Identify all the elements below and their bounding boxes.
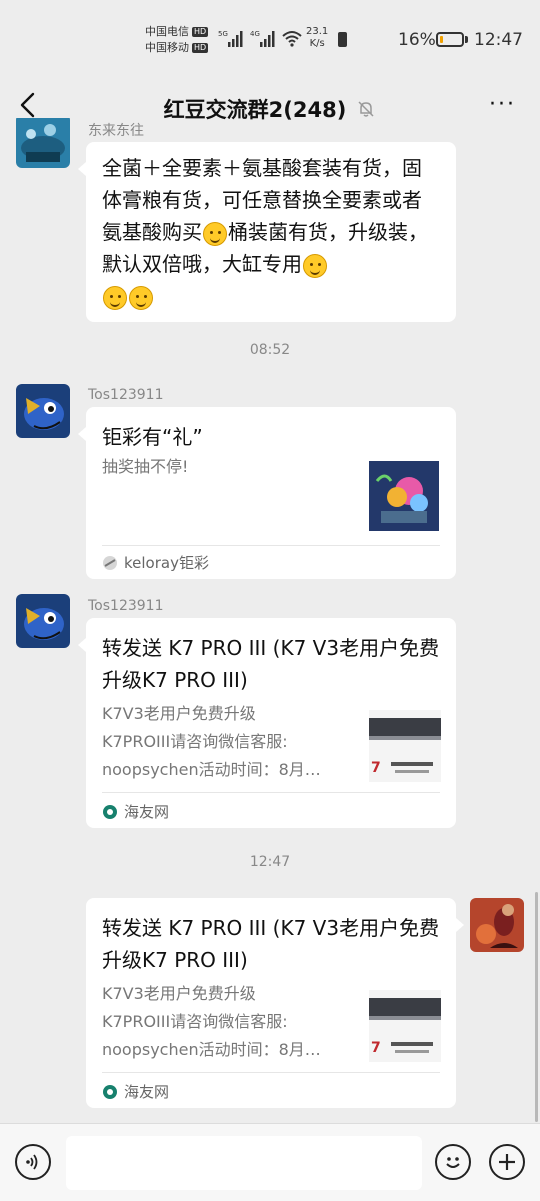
hd-badge: HD [192, 27, 209, 37]
card-description: K7V3老用户免费升级 [102, 704, 256, 723]
signal-4g-label: 4G [250, 30, 260, 38]
card-title: 转发送 K7 PRO III (K7 V3老用户免费升级K7 PRO III) [102, 636, 440, 692]
card-source-name: keloray钜彩 [124, 554, 209, 572]
card-thumbnail: 7 [369, 990, 441, 1062]
plus-icon [499, 1154, 515, 1170]
signal-5g-label: 5G [218, 30, 228, 38]
emoji-icon [446, 1157, 460, 1168]
sender-name: Tos123911 [88, 598, 164, 614]
emoji-button[interactable] [435, 1144, 471, 1180]
keloray-logo-icon [103, 555, 117, 570]
net-speed: 23.1 K/s [306, 26, 328, 50]
scrollbar[interactable] [535, 892, 538, 1122]
net-speed-value: 23.1 [306, 26, 329, 37]
carrier-info: 中国电信 HD 中国移动 HD [145, 24, 209, 56]
text-message[interactable]: 全菌＋全要素＋氨基酸套装有货，固体膏粮有货，可任意替换全要素或者氨基酸购买 桶装菌… [78, 142, 456, 322]
svg-text:7: 7 [371, 1040, 381, 1056]
timestamp: 12:47 [249, 854, 291, 870]
my-avatar[interactable] [470, 898, 524, 952]
link-card[interactable]: 转发送 K7 PRO III (K7 V3老用户免费升级K7 PRO III) … [86, 898, 464, 1108]
card-description: K7V3老用户免费升级 [102, 984, 256, 1003]
card-source-name: 海友网 [124, 1083, 170, 1101]
carrier-1: 中国电信 [145, 25, 189, 38]
avatar[interactable] [16, 384, 70, 438]
card-description: 抽奖抽不停! [102, 457, 189, 476]
card-description: noopsychen活动时间：8月… [102, 760, 321, 779]
signal-4g-icon: 4G [250, 30, 275, 47]
timestamp: 08:52 [249, 342, 291, 358]
avatar[interactable] [16, 594, 70, 648]
smirk-icon [303, 253, 327, 278]
sender-name: Tos123911 [88, 387, 164, 403]
haiyou-logo-icon [103, 804, 117, 819]
battery-percent: 16% [398, 30, 436, 50]
card-divider [102, 1072, 440, 1073]
signal-5g-icon: 5G [218, 30, 243, 47]
sender-name: 东来东往 [88, 123, 144, 139]
card-source: 海友网 [102, 801, 169, 822]
haiyou-logo-icon [103, 1084, 117, 1099]
card-title: 转发送 K7 PRO III (K7 V3老用户免费升级K7 PRO III) [102, 916, 440, 972]
voice-button[interactable] [15, 1144, 51, 1180]
card-thumbnail [369, 461, 439, 531]
voice-icon [26, 1154, 38, 1170]
card-description: K7PROIII请咨询微信客服: [102, 732, 288, 751]
status-bar: 中国电信 HD 中国移动 HD 5G 4G 23.1 K/s 16% 12:47 [0, 0, 540, 80]
card-divider [102, 792, 440, 793]
input-bar [0, 1123, 540, 1201]
avatar[interactable] [16, 118, 70, 168]
card-title: 钜彩有“礼” [102, 425, 203, 449]
battery-tip [465, 36, 468, 43]
more-icon[interactable]: ··· [489, 92, 516, 117]
hd-badge: HD [192, 43, 209, 53]
wifi-icon [282, 31, 302, 47]
bell-off-icon [358, 101, 374, 117]
card-source: keloray钜彩 [102, 552, 209, 573]
card-source-name: 海友网 [124, 803, 170, 821]
battery-icon [436, 32, 464, 47]
message-input[interactable] [66, 1136, 422, 1190]
card-description: noopsychen活动时间：8月… [102, 1040, 321, 1059]
message-list[interactable]: 东来东往 全菌＋全要素＋氨基酸套装有货，固体膏粮有货，可任意替换全要素或者氨基酸… [0, 118, 540, 1123]
add-button[interactable] [489, 1144, 525, 1180]
carrier-2: 中国移动 [145, 41, 189, 54]
link-card[interactable]: 转发送 K7 PRO III (K7 V3老用户免费升级K7 PRO III) … [78, 618, 456, 828]
card-description: K7PROIII请咨询微信客服: [102, 1012, 288, 1031]
grin-icon [203, 221, 227, 246]
smirk-icon [103, 285, 127, 310]
card-source: 海友网 [102, 1081, 169, 1102]
svg-text:7: 7 [371, 760, 381, 776]
card-thumbnail: 7 [369, 710, 441, 782]
smirk-icon [129, 285, 153, 310]
card-divider [102, 545, 440, 546]
status-time: 12:47 [474, 30, 523, 50]
net-speed-unit: K/s [309, 38, 325, 49]
battery-fill [440, 36, 443, 43]
link-card[interactable]: 钜彩有“礼” 抽奖抽不停! keloray钜彩 [78, 407, 456, 579]
battery-saver-icon [338, 32, 347, 47]
